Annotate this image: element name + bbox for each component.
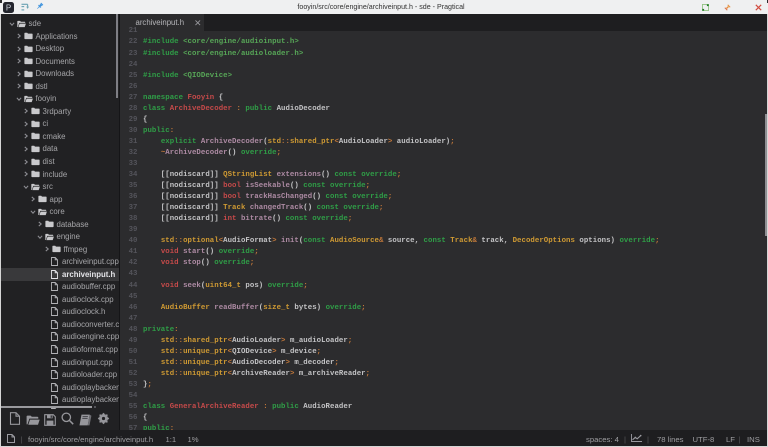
svg-text:P: P: [6, 3, 11, 12]
